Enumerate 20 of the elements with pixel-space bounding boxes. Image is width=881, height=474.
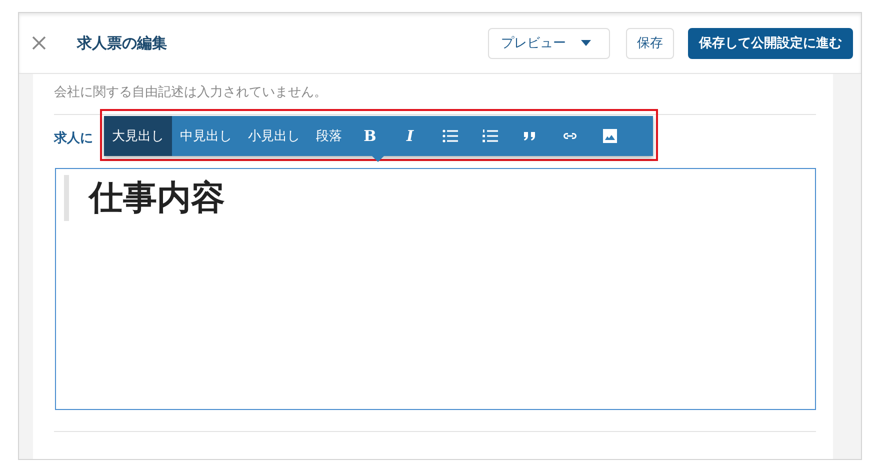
block-style-button[interactable]: 段落 (308, 116, 350, 156)
company-note: 会社に関する自由記述は入力されていません。 (54, 84, 328, 102)
block-style-button[interactable]: 小見出し (240, 116, 308, 156)
publish-button[interactable]: 保存して公開設定に進む (688, 28, 853, 58)
preview-button[interactable]: プレビュー (488, 28, 610, 58)
quote-bar (64, 175, 69, 221)
close-icon[interactable] (31, 35, 47, 51)
numbered-list-icon (482, 128, 498, 144)
page-title: 求人票の編集 (77, 34, 167, 52)
block-style-button[interactable]: 大見出し (104, 116, 172, 156)
save-button[interactable]: 保存 (626, 28, 674, 58)
editor-field[interactable]: 仕事内容 (55, 168, 816, 410)
image-icon (602, 128, 618, 144)
caret-icon (581, 40, 591, 46)
block-style-button[interactable]: 中見出し (172, 116, 240, 156)
italic-button[interactable]: I (390, 116, 430, 156)
bold-button[interactable]: B (350, 116, 390, 156)
section-label: 求人に (54, 130, 93, 147)
bullet-list-icon (442, 128, 458, 144)
editor-heading: 仕事内容 (89, 177, 225, 220)
